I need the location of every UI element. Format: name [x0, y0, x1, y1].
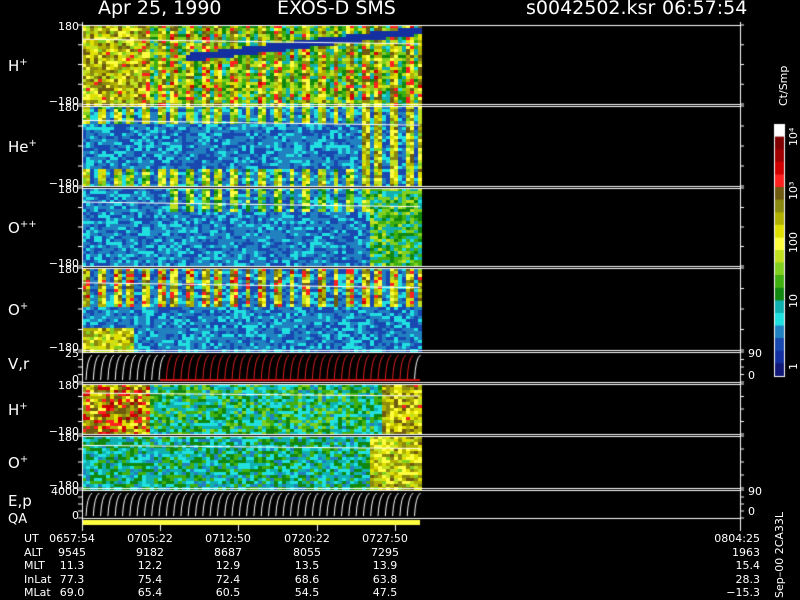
ephemeris-value: 72.4	[215, 572, 241, 586]
ephemeris-value: 68.6	[294, 572, 320, 586]
ephemeris-value: 13.5	[294, 559, 320, 572]
right-axis-bottom: 0	[748, 369, 755, 382]
panel-label: O+	[8, 301, 29, 319]
panel-label: O++	[8, 219, 37, 237]
colorbar-tick-label: 100	[787, 232, 800, 253]
panel-label: He+	[8, 138, 37, 156]
axis-label-top: 180	[58, 101, 79, 114]
right-axis-top: 90	[748, 347, 762, 360]
colorbar-tick-label: 10³	[787, 181, 800, 200]
ephemeris-end-value: 0804:25	[714, 532, 760, 545]
ephemeris-row-name: ALT	[24, 545, 43, 559]
ephemeris-end-value: 28.3	[735, 572, 761, 586]
ephemeris-value: 0657:54	[49, 532, 95, 545]
header-file: s0042502.ksr	[526, 0, 656, 19]
axis-label-top: 4000	[51, 485, 79, 498]
ephemeris-value: 69.0	[59, 586, 85, 599]
ephemeris-value: 13.9	[372, 559, 398, 572]
axis-label-top: 180	[58, 263, 79, 276]
ephemeris-end-value: 1963	[732, 545, 760, 559]
ephemeris-row-name: UT	[24, 532, 39, 545]
ephemeris-value: 63.8	[372, 572, 398, 586]
ephemeris-value: 0727:50	[362, 532, 408, 545]
spectrogram-canvas	[0, 0, 800, 600]
ephemeris-value: 12.2	[137, 559, 163, 572]
axis-label-top: 25	[65, 347, 79, 360]
ephemeris-value: 12.9	[215, 559, 241, 572]
axis-label-bottom: 0	[72, 509, 79, 522]
ephemeris-value: 65.4	[137, 586, 163, 599]
panel-label: E,p	[8, 492, 32, 510]
ephemeris-value: 0705:22	[127, 532, 173, 545]
colorbar-tick-label: 10⁴	[787, 127, 800, 146]
panel-label: V,r	[8, 355, 30, 373]
axis-label-top: 180	[58, 183, 79, 196]
axis-label-top: 180	[58, 20, 79, 33]
header-instrument: EXOS-D SMS	[277, 0, 396, 19]
ephemeris-value: 9545	[58, 545, 86, 559]
ephemeris-value: 8687	[214, 545, 242, 559]
footer-note: Sep–00 2CA33L	[773, 511, 786, 598]
ephemeris-end-value: 15.4	[735, 559, 761, 572]
ephemeris-value: 11.3	[59, 559, 85, 572]
right-axis-top: 90	[748, 485, 762, 498]
ephemeris-value: 7295	[371, 545, 399, 559]
axis-label-top: 180	[58, 431, 79, 444]
ephemeris-value: 8055	[293, 545, 321, 559]
ephemeris-value: 0712:50	[205, 532, 251, 545]
header-date: Apr 25, 1990	[98, 0, 222, 19]
ephemeris-value: 47.5	[372, 586, 398, 599]
ephemeris-value: 54.5	[294, 586, 320, 599]
qa-label: QA	[8, 512, 28, 527]
ephemeris-value: 77.3	[59, 572, 85, 586]
ephemeris-value: 75.4	[137, 572, 163, 586]
colorbar-tick-label: 1	[787, 363, 800, 370]
header-time: 06:57:54	[662, 0, 748, 19]
panel-label: O+	[8, 454, 29, 472]
colorbar-tick-label: 10	[787, 294, 800, 308]
axis-label-top: 180	[58, 379, 79, 392]
ephemeris-value: 60.5	[215, 586, 241, 599]
ephemeris-value: 9182	[136, 545, 164, 559]
ephemeris-end-value: −15.3	[726, 586, 760, 599]
panel-label: H+	[8, 401, 28, 419]
panel-label: H+	[8, 56, 28, 75]
ephemeris-value: 0720:22	[284, 532, 330, 545]
colorbar-title: Ct/Smp	[777, 65, 790, 106]
right-axis-bottom: 0	[748, 505, 755, 518]
